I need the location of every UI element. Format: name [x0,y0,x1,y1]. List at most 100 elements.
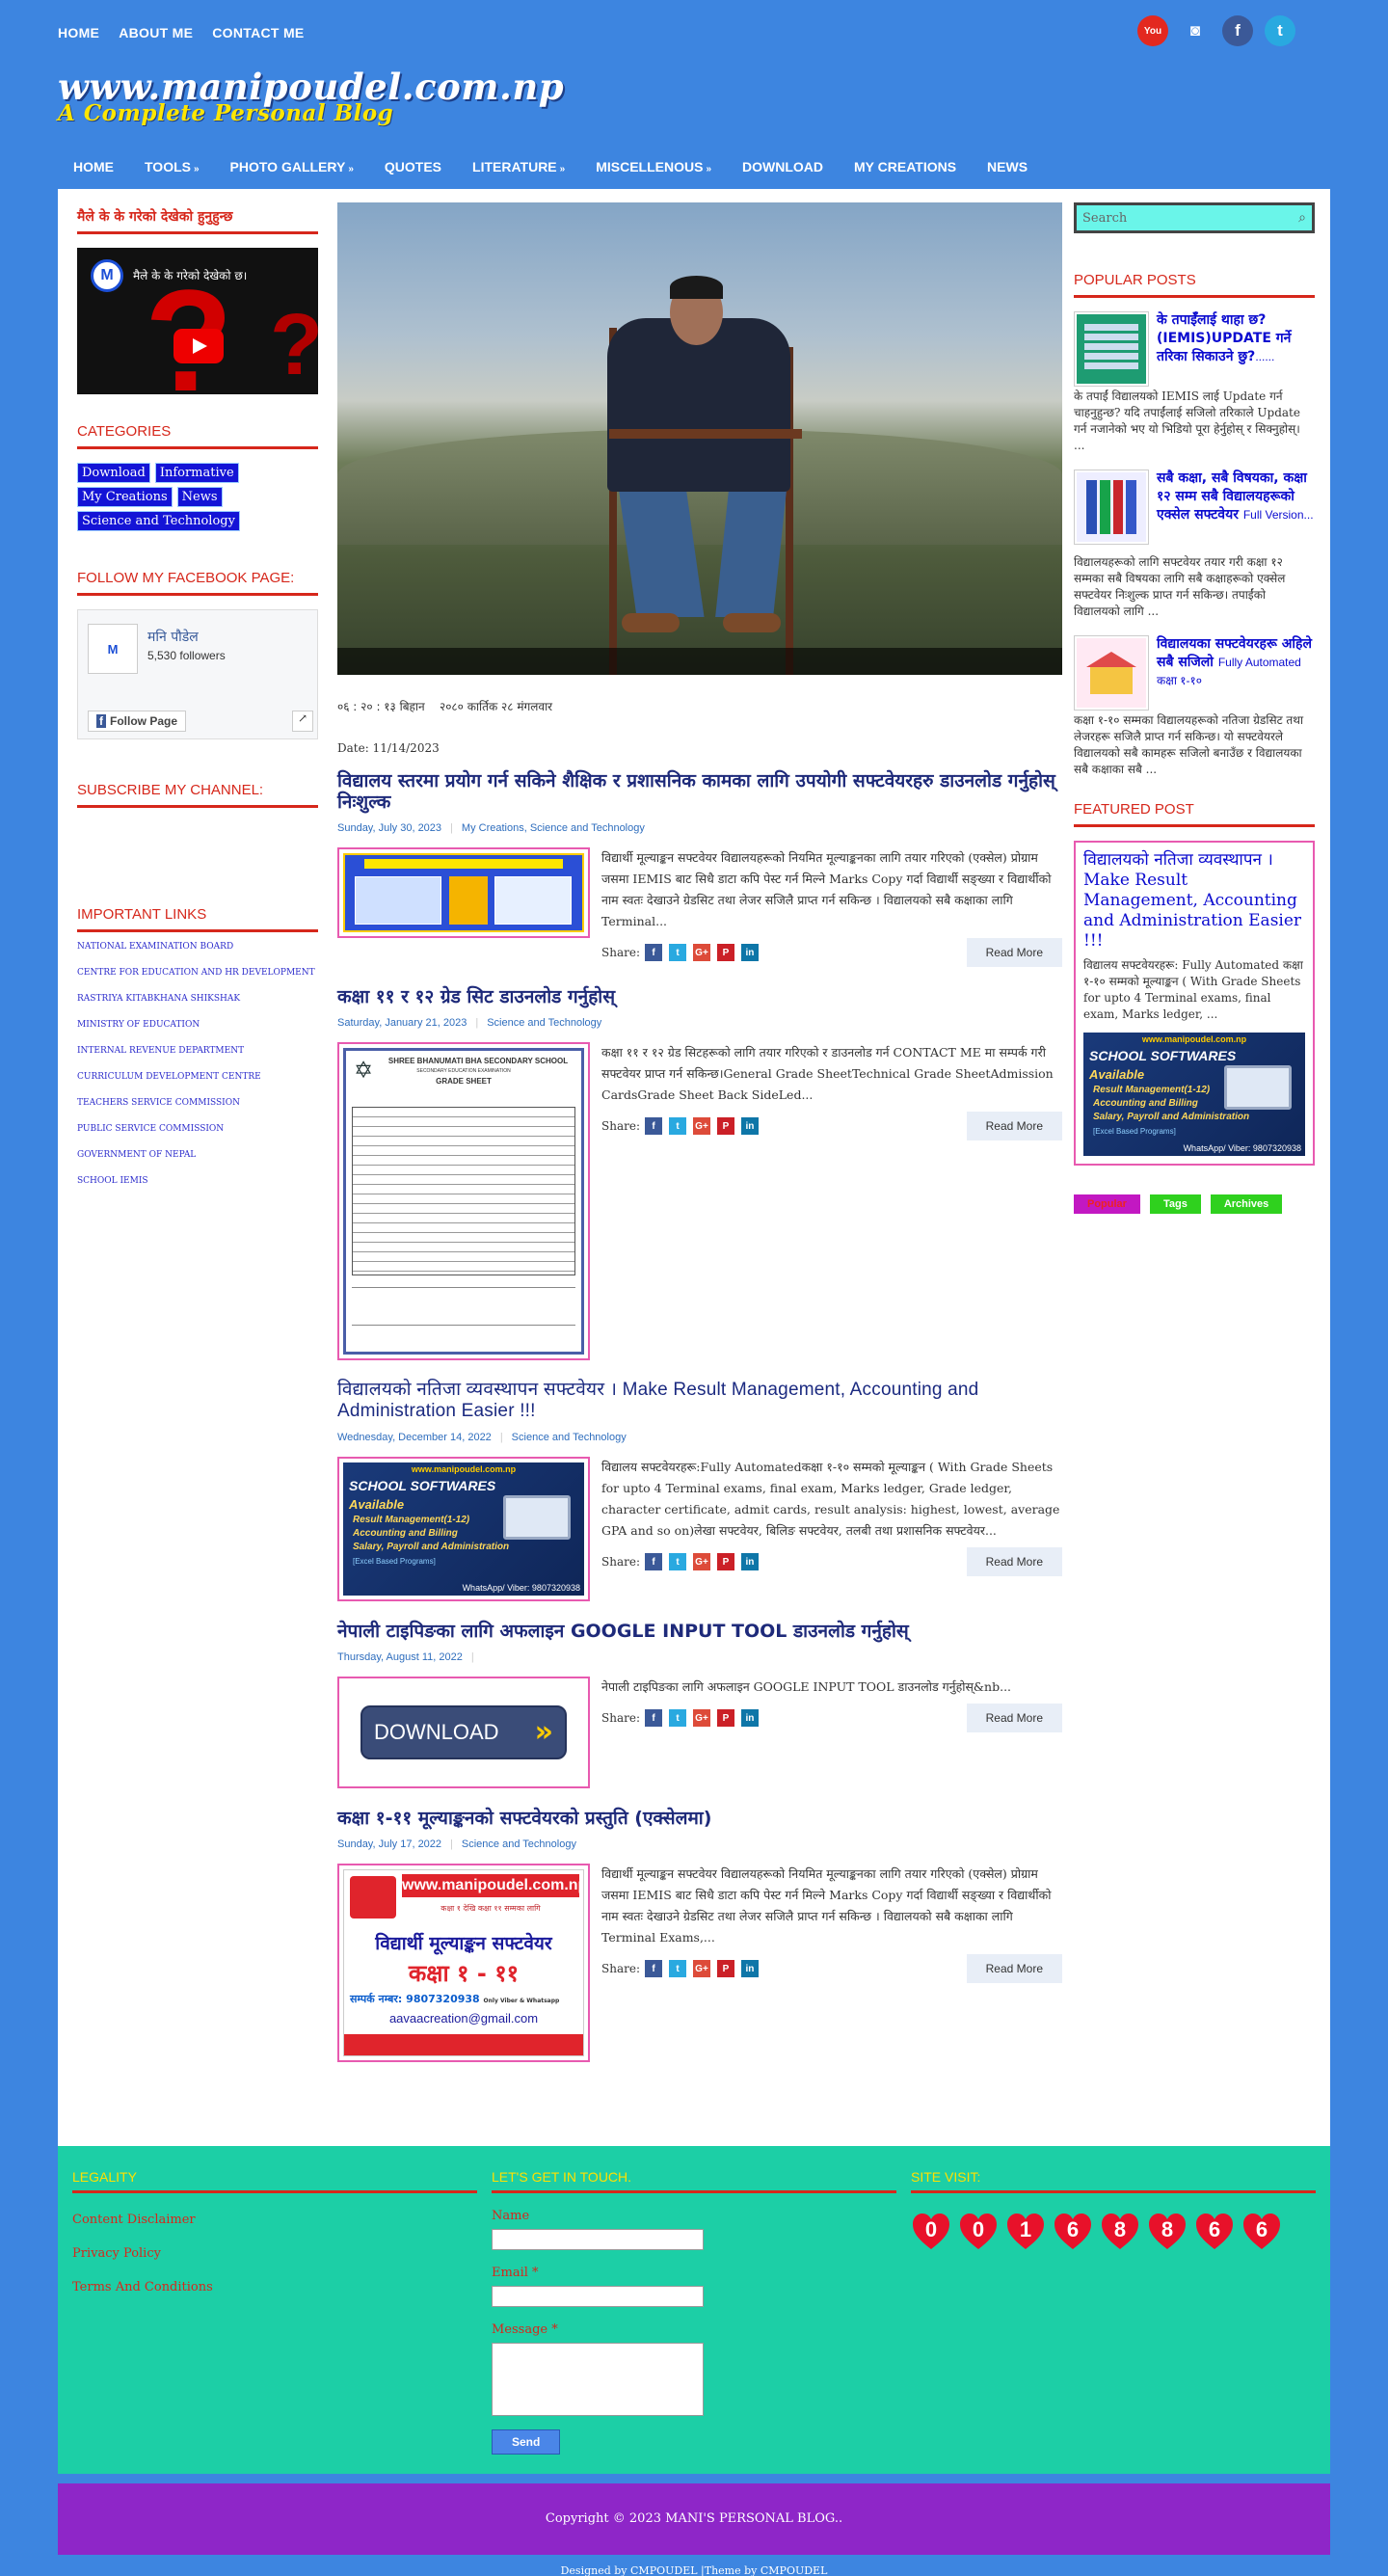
post-labels[interactable]: My Creations, Science and Technology [462,822,645,834]
search-input[interactable]: Search [1074,202,1315,233]
post-title[interactable]: कक्षा ११ र १२ ग्रेड सिट डाउनलोड गर्नुहोस… [337,986,1062,1007]
popular-post-thumbnail[interactable] [1074,470,1149,545]
important-link[interactable]: GOVERNMENT OF NEPAL [77,1150,318,1160]
category-tag[interactable]: Informative [154,463,239,483]
linkedin-icon[interactable]: in [740,1117,759,1135]
linkedin-icon[interactable]: in [740,944,759,961]
important-link[interactable]: PUBLIC SERVICE COMMISSION [77,1124,318,1134]
read-more-button[interactable]: Read More [966,1112,1062,1140]
post-thumbnail[interactable]: DOWNLOAD » [337,1677,590,1788]
twitter-icon[interactable]: t [668,1709,686,1727]
play-icon[interactable] [174,329,224,363]
facebook-icon[interactable]: f [644,1117,662,1135]
read-more-button[interactable]: Read More [966,1954,1062,1983]
twitter-icon[interactable]: t [668,944,686,961]
post-thumbnail[interactable] [337,847,590,938]
important-link[interactable]: CENTRE FOR EDUCATION AND HR DEVELOPMENT [77,968,318,978]
message-field[interactable] [492,2343,704,2416]
google-plus-icon[interactable]: G+ [692,1553,710,1570]
category-tag[interactable]: My Creations [77,487,173,507]
facebook-icon[interactable]: f [644,1960,662,1977]
linkedin-icon[interactable]: in [740,1960,759,1977]
tab-tags[interactable]: Tags [1149,1194,1201,1214]
school-softwares-image[interactable]: www.manipoudel.com.np SCHOOL SOFTWARES Ava… [1083,1033,1305,1156]
google-plus-icon[interactable]: G+ [692,944,710,961]
important-link[interactable]: MINISTRY OF EDUCATION [77,1020,318,1030]
post-thumbnail[interactable]: www.manipoudel.com.np SCHOOL SOFTWARES Ava… [337,1457,590,1601]
nav-literature[interactable]: LITERATURE» [457,152,580,187]
featured-post-heading[interactable]: विद्यालयको नतिजा व्यवस्थापन । Make Resul… [1083,850,1305,952]
nav-home[interactable]: HOME [58,152,129,187]
important-link[interactable]: RASTRIYA KITABKHANA SHIKSHAK [77,994,318,1004]
pinterest-icon[interactable]: P [716,1553,734,1570]
linkedin-icon[interactable]: in [740,1553,759,1570]
tab-popular[interactable]: Popular [1074,1194,1140,1214]
important-link[interactable]: INTERNAL REVENUE DEPARTMENT [77,1046,318,1056]
post-title[interactable]: कक्षा १-११ मूल्याङ्कनको सफ्टवेयरको प्रस्… [337,1808,1062,1829]
twitter-icon[interactable]: t [1265,15,1295,46]
nav-miscellenous[interactable]: MISCELLENOUS» [580,152,727,187]
facebook-icon[interactable]: f [644,1709,662,1727]
privacy-policy-link[interactable]: Privacy Policy [72,2246,477,2261]
read-more-button[interactable]: Read More [966,1704,1062,1732]
popular-post-title[interactable]: सबै कक्षा, सबै विषयका, कक्षा १२ सम्म सबै… [1157,470,1315,545]
category-tag[interactable]: News [176,487,223,507]
popular-post-thumbnail[interactable] [1074,311,1149,387]
google-plus-icon[interactable]: G+ [692,1117,710,1135]
top-nav-contact[interactable]: CONTACT ME [212,25,304,40]
post-labels[interactable]: Science and Technology [487,1017,601,1029]
google-plus-icon[interactable]: G+ [692,1709,710,1727]
post-title[interactable]: विद्यालय स्तरमा प्रयोग गर्न सकिने शैक्षि… [337,770,1062,813]
fb-follow-button[interactable]: f Follow Page [88,711,187,732]
read-more-button[interactable]: Read More [966,1547,1062,1576]
important-link[interactable]: SCHOOL IEMIS [77,1176,318,1186]
post-labels[interactable]: Science and Technology [512,1432,627,1443]
send-button[interactable]: Send [492,2429,561,2455]
important-link[interactable]: NATIONAL EXAMINATION BOARD [77,942,318,952]
fb-page-name[interactable]: मनि पौडेल [147,628,199,646]
twitter-icon[interactable]: t [668,1117,686,1135]
nav-my-creations[interactable]: MY CREATIONS [839,152,972,187]
popular-post-title[interactable]: विद्यालयका सफ्टवेयरहरू अहिले सबै सजिलो F… [1157,635,1315,711]
nav-photo-gallery[interactable]: PHOTO GALLERY» [215,152,369,187]
nav-tools[interactable]: TOOLS» [129,152,215,187]
category-tag[interactable]: Download [77,463,150,483]
youtube-icon[interactable]: You [1137,15,1168,46]
read-more-button[interactable]: Read More [966,938,1062,967]
post-thumbnail[interactable]: www.manipoudel.com.np कक्षा १ देखि कक्षा… [337,1864,590,2062]
popular-post-title[interactable]: के तपाईँलाई थाहा छ? (IEMIS)UPDATE गर्ने … [1157,311,1315,387]
terms-link[interactable]: Terms And Conditions [72,2280,477,2294]
pinterest-icon[interactable]: P [716,1709,734,1727]
pinterest-icon[interactable]: P [716,1960,734,1977]
facebook-icon[interactable]: f [644,1553,662,1570]
post-thumbnail[interactable]: SHREE BHANUMATI BHA SECONDARY SCHOOL SEC… [337,1042,590,1360]
top-nav-about[interactable]: ABOUT ME [119,25,193,40]
email-field[interactable] [492,2286,704,2307]
site-logo[interactable]: www.manipoudel.com.np A Complete Persona… [58,66,564,126]
content-disclaimer-link[interactable]: Content Disclaimer [72,2213,477,2227]
top-nav-home[interactable]: HOME [58,25,99,40]
facebook-icon[interactable]: f [1222,15,1253,46]
video-embed[interactable]: ? ? M मैले के के गरेको देखेको छ। [77,248,318,394]
tab-archives[interactable]: Archives [1210,1194,1283,1214]
nav-quotes[interactable]: QUOTES [369,152,457,187]
post-title[interactable]: विद्यालयको नतिजा व्यवस्थापन सफ्टवेयर । M… [337,1380,1062,1422]
important-link[interactable]: TEACHERS SERVICE COMMISSION [77,1098,318,1108]
category-tag[interactable]: Science and Technology [77,511,240,531]
twitter-icon[interactable]: t [668,1960,686,1977]
pinterest-icon[interactable]: P [716,944,734,961]
pinterest-icon[interactable]: P [716,1117,734,1135]
instagram-icon[interactable]: ◙ [1180,15,1211,46]
important-link[interactable]: CURRICULUM DEVELOPMENT CENTRE [77,1072,318,1082]
twitter-icon[interactable]: t [668,1553,686,1570]
post-labels[interactable]: Science and Technology [462,1838,576,1850]
name-field[interactable] [492,2229,704,2250]
share-icon[interactable]: ↗ [292,711,313,732]
google-plus-icon[interactable]: G+ [692,1960,710,1977]
nav-download[interactable]: DOWNLOAD [727,152,839,187]
popular-post-thumbnail[interactable] [1074,635,1149,711]
nav-news[interactable]: NEWS [972,152,1043,187]
facebook-icon[interactable]: f [644,944,662,961]
post-title[interactable]: नेपाली टाइपिङका लागि अफलाइन GOOGLE INPUT… [337,1621,1062,1642]
linkedin-icon[interactable]: in [740,1709,759,1727]
